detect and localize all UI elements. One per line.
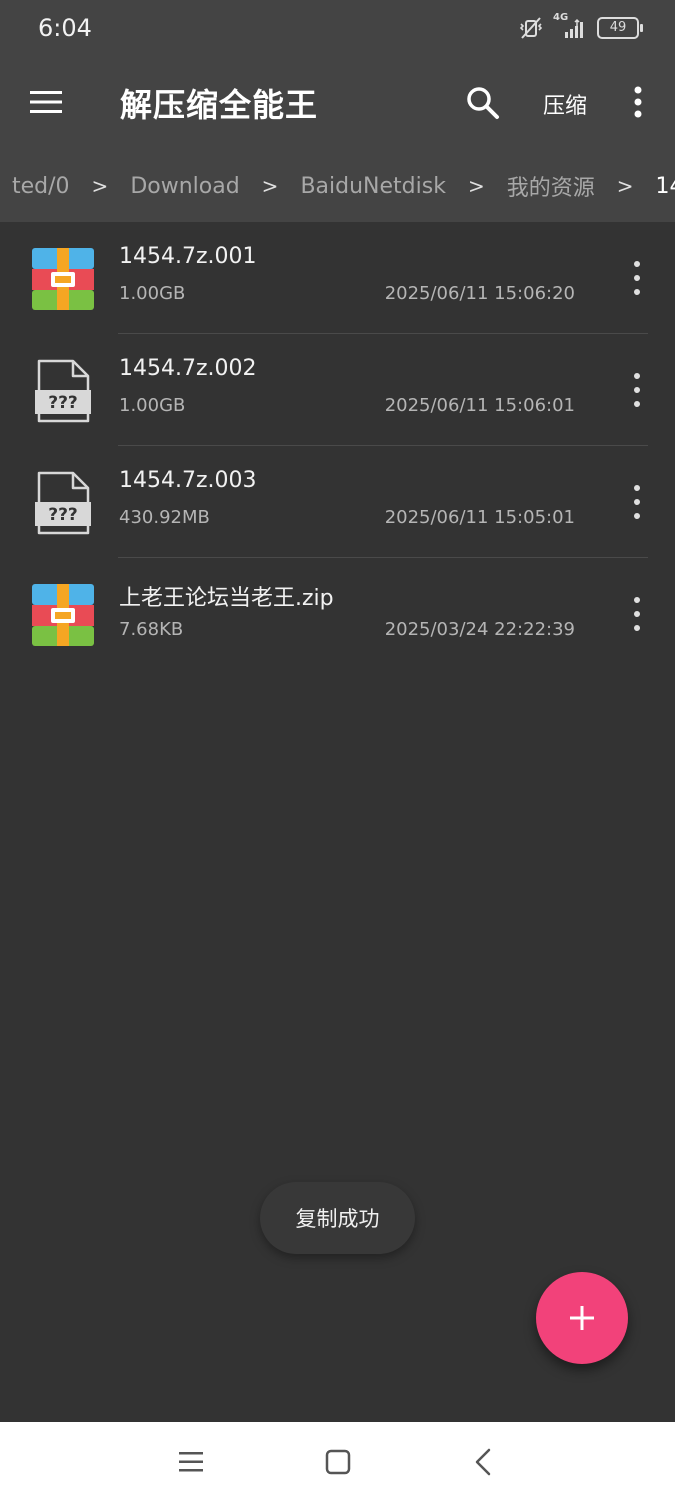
plus-icon [570,1306,594,1330]
recent-apps-icon[interactable] [171,1442,211,1482]
chevron-right-icon: > [91,174,109,198]
file-row[interactable]: 1454.7z.001 1.00GB 2025/06/11 15:06:20 [0,222,675,334]
status-icons: 4G 49 [517,12,643,40]
file-size: 1.00GB [119,283,186,304]
unknown-file-icon: ??? [35,359,91,423]
more-options-icon[interactable] [621,370,653,410]
compress-button[interactable]: 压缩 [543,88,587,120]
back-icon[interactable] [464,1442,504,1482]
archive-icon [32,584,94,646]
toast-message: 复制成功 [260,1182,415,1254]
home-icon[interactable] [318,1442,358,1482]
breadcrumb-item[interactable]: BaiduNetdisk [300,174,446,199]
file-row[interactable]: 上老王论坛当老王.zip 7.68KB 2025/03/24 22:22:39 [0,558,675,670]
more-options-icon[interactable] [621,594,653,634]
status-time: 6:04 [38,14,92,42]
search-icon[interactable] [462,82,502,122]
add-button[interactable] [536,1272,628,1364]
vibrate-muted-icon [519,17,543,39]
breadcrumb-item[interactable]: Download [130,174,239,199]
file-row[interactable]: ??? 1454.7z.003 430.92MB 2025/06/11 15:0… [0,446,675,558]
toast-text: 复制成功 [295,1207,380,1231]
status-bar: 6:04 4G 49 [0,0,675,60]
archive-icon [32,248,94,310]
file-name: 1454.7z.002 [119,356,257,381]
system-nav-bar [0,1422,675,1500]
more-options-icon[interactable] [621,258,653,298]
app-title: 解压缩全能王 [120,86,319,124]
file-size: 7.68KB [119,619,184,640]
unknown-file-label: ??? [48,393,78,413]
battery-icon: 49 [597,17,643,39]
chevron-right-icon: > [616,174,634,198]
file-date: 2025/06/11 15:06:20 [384,283,575,304]
file-row[interactable]: ??? 1454.7z.002 1.00GB 2025/06/11 15:06:… [0,334,675,446]
file-list: 1454.7z.001 1.00GB 2025/06/11 15:06:20 ?… [0,222,675,670]
file-name: 上老王论坛当老王.zip [119,586,334,611]
file-date: 2025/03/24 22:22:39 [384,619,575,640]
toolbar: 解压缩全能王 压缩 [0,60,675,148]
breadcrumb: ted/0 > Download > BaiduNetdisk > 我的资源 >… [0,150,675,222]
battery-level: 49 [609,20,627,35]
more-options-icon[interactable] [622,82,654,122]
file-date: 2025/06/11 15:05:01 [384,507,575,528]
file-size: 430.92MB [119,507,210,528]
chevron-right-icon: > [467,174,485,198]
hamburger-menu-icon[interactable] [26,82,66,122]
file-date: 2025/06/11 15:06:01 [384,395,575,416]
file-name: 1454.7z.003 [119,468,257,493]
breadcrumb-item[interactable]: 我的资源 [507,170,595,202]
app-header: 6:04 4G 49 解压缩全能王 压缩 ted/0 > Download > … [0,0,675,222]
breadcrumb-current[interactable]: 1454 [655,174,675,199]
file-size: 1.00GB [119,395,186,416]
breadcrumb-item[interactable]: ted/0 [12,174,70,199]
signal-icon: 4G [553,12,589,40]
file-name: 1454.7z.001 [119,244,257,269]
more-options-icon[interactable] [621,482,653,522]
unknown-file-label: ??? [48,505,78,525]
unknown-file-icon: ??? [35,471,91,535]
chevron-right-icon: > [261,174,279,198]
